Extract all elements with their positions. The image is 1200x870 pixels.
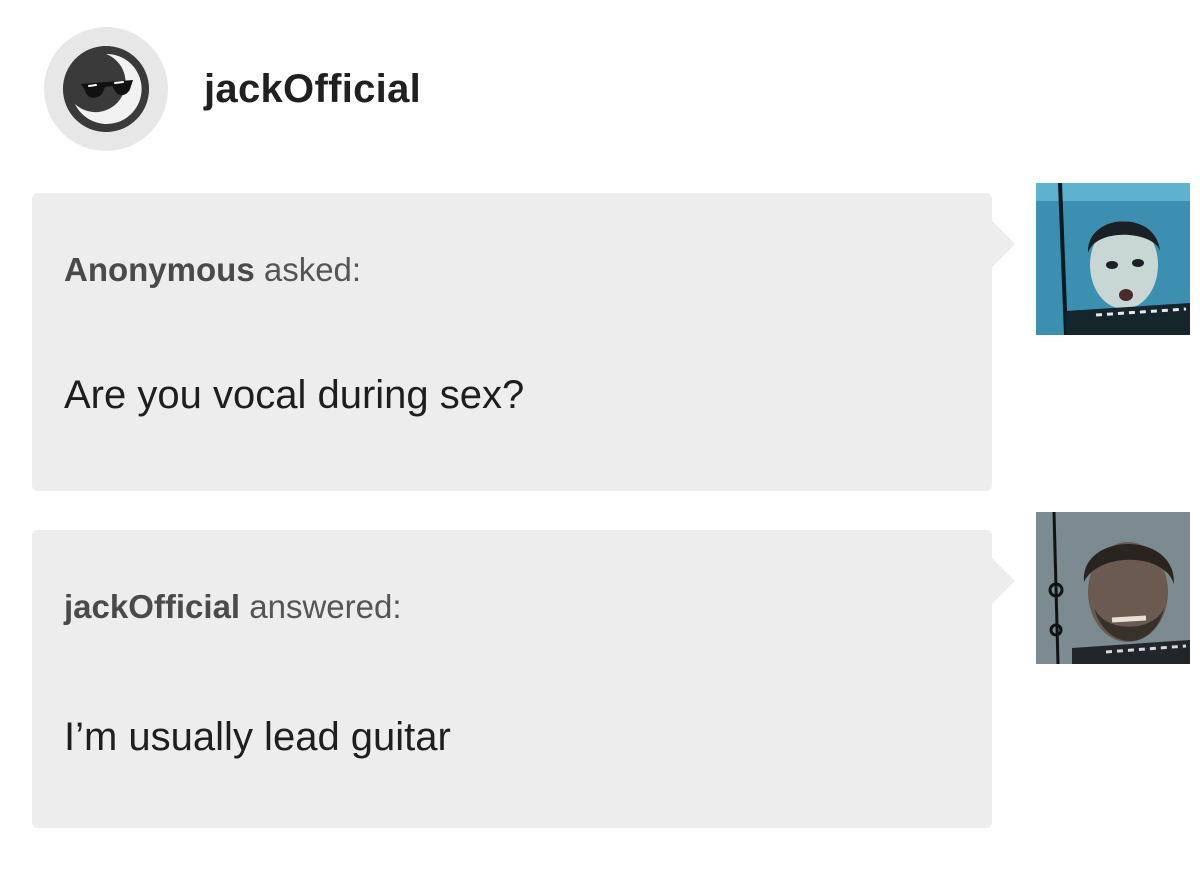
sunglasses-icon xyxy=(63,46,149,132)
blog-username[interactable]: jackOfficial xyxy=(204,67,421,112)
answered-label: answered: xyxy=(249,588,402,625)
bubble-tail xyxy=(992,221,1015,267)
asker-name[interactable]: Anonymous xyxy=(64,251,255,288)
blog-header: jackOfficial xyxy=(44,27,421,151)
asker-avatar-photo[interactable] xyxy=(1036,183,1190,335)
blog-avatar[interactable] xyxy=(44,27,168,151)
answer-attribution: jackOfficial answered: xyxy=(64,588,402,626)
answer-bubble: jackOfficial answered: I’m usually lead … xyxy=(32,530,1015,828)
question-bubble: Anonymous asked: Are you vocal during se… xyxy=(32,193,1015,491)
asked-label: asked: xyxy=(263,251,362,288)
answer-text: I’m usually lead guitar xyxy=(64,715,451,759)
question-text: Are you vocal during sex? xyxy=(64,373,525,417)
answerer-name[interactable]: jackOfficial xyxy=(64,588,240,625)
bubble-tail xyxy=(992,558,1015,604)
answerer-avatar-photo[interactable] xyxy=(1036,512,1190,664)
question-attribution: Anonymous asked: xyxy=(64,251,361,289)
